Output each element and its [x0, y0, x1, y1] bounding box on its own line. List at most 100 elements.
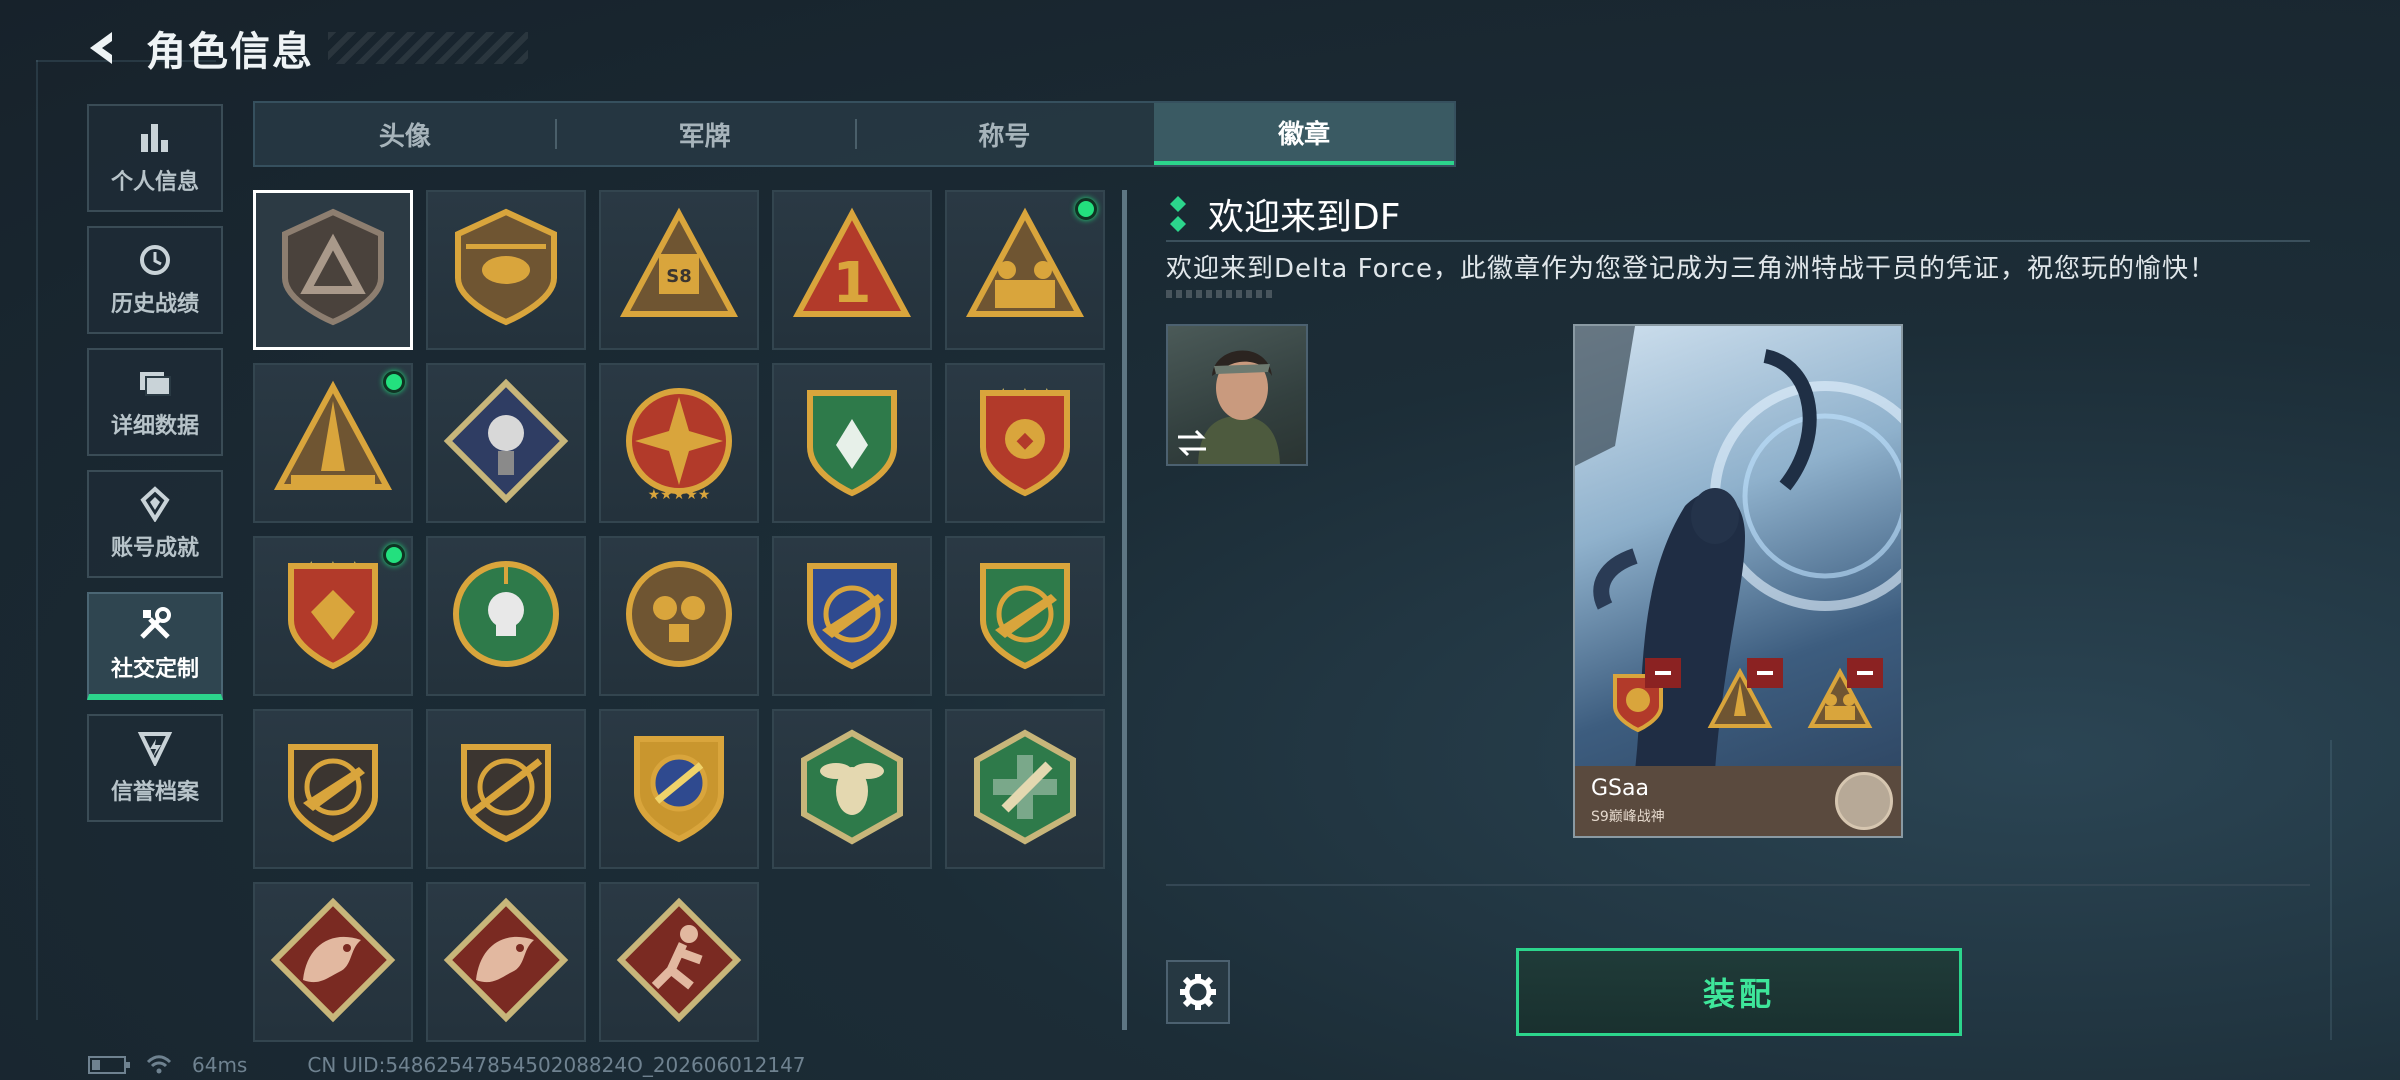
badge-cell[interactable] [253, 709, 413, 869]
battery-icon [88, 1056, 130, 1074]
equip-button[interactable]: 装配 [1516, 948, 1962, 1036]
sidebar-item-achievements[interactable]: 账号成就 [87, 470, 223, 578]
badge-description: 欢迎来到Delta Force，此徽章作为您登记成为三角洲特战干员的凭证，祝您玩… [1166, 254, 2216, 284]
new-indicator-dot [1075, 198, 1097, 220]
gear-icon [1180, 974, 1216, 1010]
remove-badge-button[interactable] [1847, 658, 1883, 688]
badge-cell[interactable] [426, 709, 586, 869]
badge-cell[interactable]: ★★★★★ [599, 363, 759, 523]
badge-cell[interactable]: ★ ★ ★ [253, 536, 413, 696]
badge-cell[interactable] [253, 363, 413, 523]
badge-cell[interactable] [599, 536, 759, 696]
tab-avatar[interactable]: 头像 [255, 103, 555, 165]
swap-icon[interactable] [1174, 428, 1210, 458]
sidebar-item-label: 信誉档案 [110, 780, 199, 805]
rocket-crown-badge [263, 371, 403, 515]
badge-cell[interactable] [426, 536, 586, 696]
sidebar-nav: 个人信息 历史战绩 详细数据 账号成就 社交定制 信誉档案 [87, 104, 223, 836]
page-title: 角色信息 [146, 29, 314, 75]
operator-portrait[interactable] [1166, 324, 1308, 466]
grid-scrollbar[interactable] [1122, 190, 1127, 1030]
badge-grid: S8 1 ★★★★★ ★ ★ ★◆ ★ ★ ★ [253, 190, 1368, 1042]
user-uid: CN UID:5486254785450208824O_202606012147 [307, 1053, 806, 1077]
divider [1166, 884, 2310, 886]
blue-rifle-crosshair-badge [782, 544, 922, 688]
badge-cell[interactable] [945, 709, 1105, 869]
gem-shield-stars-badge: ★ ★ ★ [263, 544, 403, 688]
badge-cell[interactable] [945, 536, 1105, 696]
svg-text:◆: ◆ [1017, 428, 1034, 453]
badge-cell[interactable] [772, 536, 932, 696]
badge-cell[interactable] [253, 190, 413, 350]
ping-value: 64ms [192, 1053, 248, 1077]
remove-badge-button[interactable] [1747, 658, 1783, 688]
badge-cell[interactable] [772, 363, 932, 523]
status-bar: 64ms CN UID:5486254785450208824O_2026060… [88, 1053, 806, 1077]
settings-button[interactable] [1166, 960, 1230, 1024]
tab-dog-tag[interactable]: 军牌 [554, 103, 855, 165]
new-indicator-dot [383, 371, 405, 393]
badge-slot-3[interactable] [1805, 658, 1883, 736]
sidebar-item-label: 历史战绩 [110, 292, 199, 317]
svg-text:1: 1 [833, 251, 872, 316]
player-rank-title: S9巅峰战神 [1591, 809, 1665, 825]
badge-cell[interactable] [426, 190, 586, 350]
red-shield-stars-badge: ★ ★ ★◆ [955, 371, 1095, 515]
bg-line [36, 60, 38, 1020]
badge-cell[interactable]: 1 [772, 190, 932, 350]
badge-cell[interactable] [599, 709, 759, 869]
tab-title[interactable]: 称号 [854, 103, 1155, 165]
badge-cell[interactable] [253, 882, 413, 1042]
badge-cell[interactable] [945, 190, 1105, 350]
dragon-diamond-badge [263, 890, 403, 1034]
back-icon[interactable] [80, 26, 124, 70]
achievement-icon [140, 486, 170, 522]
dragon-diamond-badge-2 [436, 890, 576, 1034]
green-shield-star-badge [782, 371, 922, 515]
shield-bolt-icon [137, 732, 173, 766]
badge-cell[interactable] [599, 882, 759, 1042]
badge-cell[interactable] [426, 363, 586, 523]
sidebar-item-detailed-data[interactable]: 详细数据 [87, 348, 223, 456]
folder-icon [140, 372, 171, 396]
number-one-triangle-badge: 1 [782, 198, 922, 342]
player-card: GSaa S9巅峰战神 [1573, 324, 1903, 838]
bar-chart-icon [141, 124, 168, 152]
badge-slot-1[interactable] [1603, 658, 1681, 736]
title-decoration [328, 32, 528, 64]
green-rifle-crosshair-badge [955, 544, 1095, 688]
badge-cell[interactable]: ★ ★ ★◆ [945, 363, 1105, 523]
rifle-circle-badge [263, 717, 403, 861]
remove-badge-button[interactable] [1645, 658, 1681, 688]
medic-hexagon-badge [955, 717, 1095, 861]
sidebar-item-personal-info[interactable]: 个人信息 [87, 104, 223, 212]
badge-detail-header: 欢迎来到DF [1168, 188, 1400, 240]
sidebar-item-label: 个人信息 [110, 170, 199, 195]
star-compass-badge: ★★★★★ [609, 371, 749, 515]
tab-badge[interactable]: 徽章 [1154, 103, 1454, 165]
badge-slot-2[interactable] [1705, 658, 1783, 736]
description-decoration [1166, 290, 1272, 298]
player-name: GSaa [1591, 776, 1649, 801]
sniper-circle-badge [436, 717, 576, 861]
tab-bar: 头像 军牌 称号 徽章 [253, 101, 1456, 167]
sidebar-item-credit-record[interactable]: 信誉档案 [87, 714, 223, 822]
bg-line [2330, 740, 2332, 1040]
rank-emblem-icon [1835, 772, 1893, 830]
svg-text:S8: S8 [666, 266, 692, 287]
badge-cell[interactable] [772, 709, 932, 869]
sidebar-item-label: 详细数据 [110, 414, 199, 439]
tools-icon [140, 607, 171, 639]
soldiers-triangle-badge [955, 198, 1095, 342]
gasmask-circle-badge [609, 544, 749, 688]
helicopter-badge [436, 198, 576, 342]
sidebar-item-social-custom[interactable]: 社交定制 [87, 592, 223, 700]
diamond-marker-icon [1170, 196, 1186, 232]
sidebar-item-history[interactable]: 历史战绩 [87, 226, 223, 334]
divider [1166, 240, 2310, 242]
skull-crosshair-badge [436, 544, 576, 688]
badge-cell[interactable]: S8 [599, 190, 759, 350]
delta-shield-badge [263, 198, 403, 342]
badge-cell[interactable] [426, 882, 586, 1042]
wasp-hexagon-badge [782, 717, 922, 861]
